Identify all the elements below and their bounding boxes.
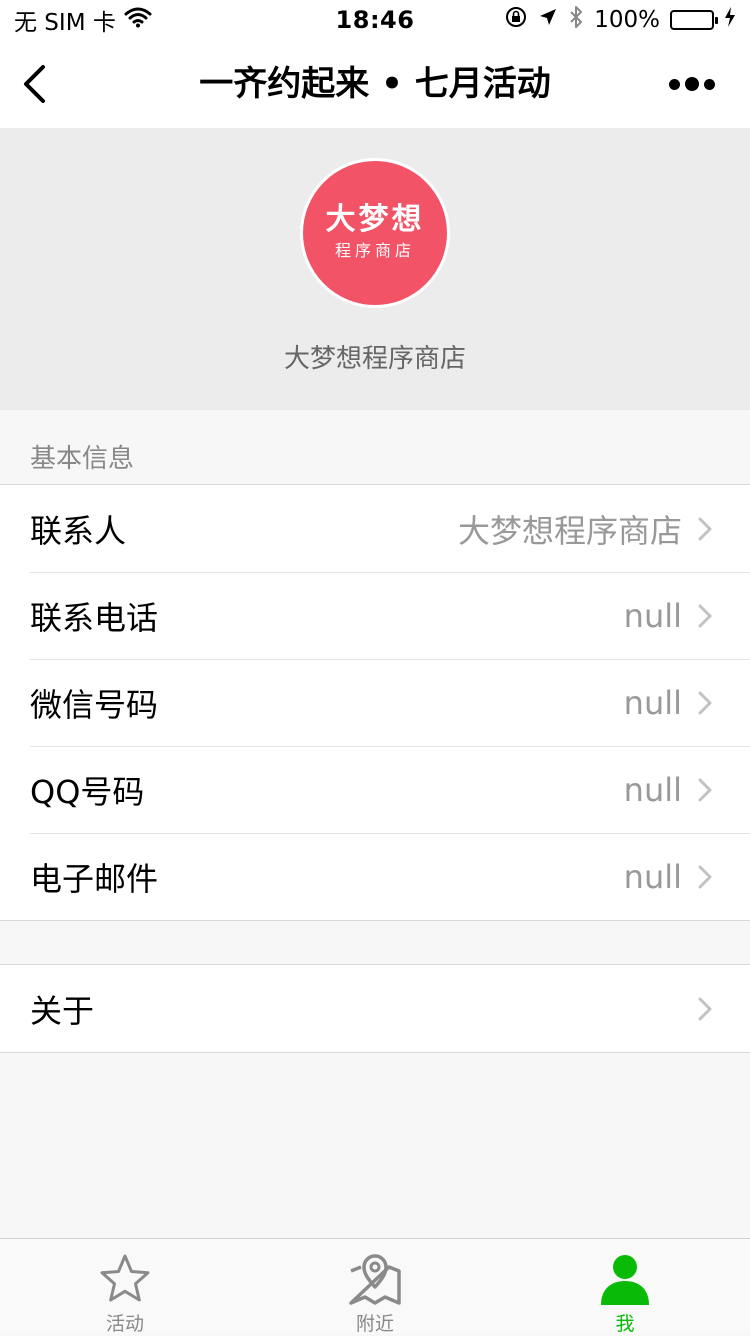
item-value: null — [623, 770, 682, 809]
tab-label: 附近 — [355, 1313, 394, 1335]
tab-label: 我 — [615, 1313, 635, 1335]
chevron-left-icon — [24, 65, 45, 103]
list-item-about[interactable]: 关于 — [0, 965, 750, 1052]
info-list: 联系人 大梦想程序商店 联系电话 null 微信号码 null QQ号码 nul… — [0, 484, 750, 921]
status-right: 100% — [504, 6, 736, 34]
chevron-right-icon — [688, 775, 722, 805]
chevron-right-icon — [688, 514, 722, 544]
item-value: null — [623, 596, 682, 635]
battery-icon — [670, 10, 718, 30]
more-dot-icon — [685, 77, 699, 91]
tab-me[interactable]: 我 — [500, 1239, 750, 1335]
star-icon — [97, 1251, 153, 1307]
more-dot-icon — [704, 78, 715, 90]
list-item-contact[interactable]: 联系人 大梦想程序商店 — [0, 485, 750, 572]
back-button[interactable] — [14, 60, 54, 108]
item-label: QQ号码 — [30, 772, 145, 811]
map-pin-icon — [347, 1251, 403, 1307]
rotation-lock-icon — [504, 5, 528, 35]
chevron-right-icon — [688, 688, 722, 718]
chevron-right-icon — [688, 601, 722, 631]
bluetooth-icon — [568, 5, 584, 35]
logo-sub-text: 程序商店 — [334, 241, 415, 260]
store-name: 大梦想程序商店 — [283, 344, 466, 374]
item-label: 微信号码 — [30, 685, 159, 724]
charging-icon — [724, 6, 736, 34]
tab-activities[interactable]: 活动 — [0, 1239, 250, 1335]
more-dot-icon — [669, 78, 680, 90]
list-item-wechat[interactable]: 微信号码 null — [0, 659, 750, 746]
item-value: 大梦想程序商店 — [457, 511, 682, 550]
tab-bar: 活动 附近 我 — [0, 1238, 750, 1335]
list-item-phone[interactable]: 联系电话 null — [0, 572, 750, 659]
page-title: 一齐约起来 • 七月活动 — [199, 64, 551, 104]
item-value: null — [623, 683, 682, 722]
profile-header: 大梦想 程序商店 大梦想程序商店 — [0, 128, 750, 410]
item-label: 电子邮件 — [30, 859, 159, 898]
chevron-right-icon — [688, 994, 722, 1024]
item-label: 关于 — [30, 991, 95, 1030]
tab-nearby[interactable]: 附近 — [250, 1239, 500, 1335]
list-item-qq[interactable]: QQ号码 null — [0, 746, 750, 833]
logo-main-text: 大梦想 — [325, 202, 425, 237]
user-icon — [597, 1251, 653, 1307]
tab-label: 活动 — [105, 1313, 144, 1335]
chevron-right-icon — [688, 862, 722, 892]
section-label-basic-info: 基本信息 — [30, 444, 135, 474]
item-label: 联系电话 — [30, 598, 159, 637]
item-value: null — [623, 857, 682, 896]
battery-percent: 100% — [594, 7, 660, 33]
about-list: 关于 — [0, 964, 750, 1053]
more-button[interactable] — [652, 60, 732, 108]
nav-bar: 一齐约起来 • 七月活动 — [0, 40, 750, 128]
status-bar: 无 SIM 卡 18:46 100% — [0, 0, 750, 40]
store-logo[interactable]: 大梦想 程序商店 — [300, 158, 450, 308]
list-item-email[interactable]: 电子邮件 null — [0, 833, 750, 920]
location-icon — [538, 7, 558, 33]
item-label: 联系人 — [30, 511, 127, 550]
